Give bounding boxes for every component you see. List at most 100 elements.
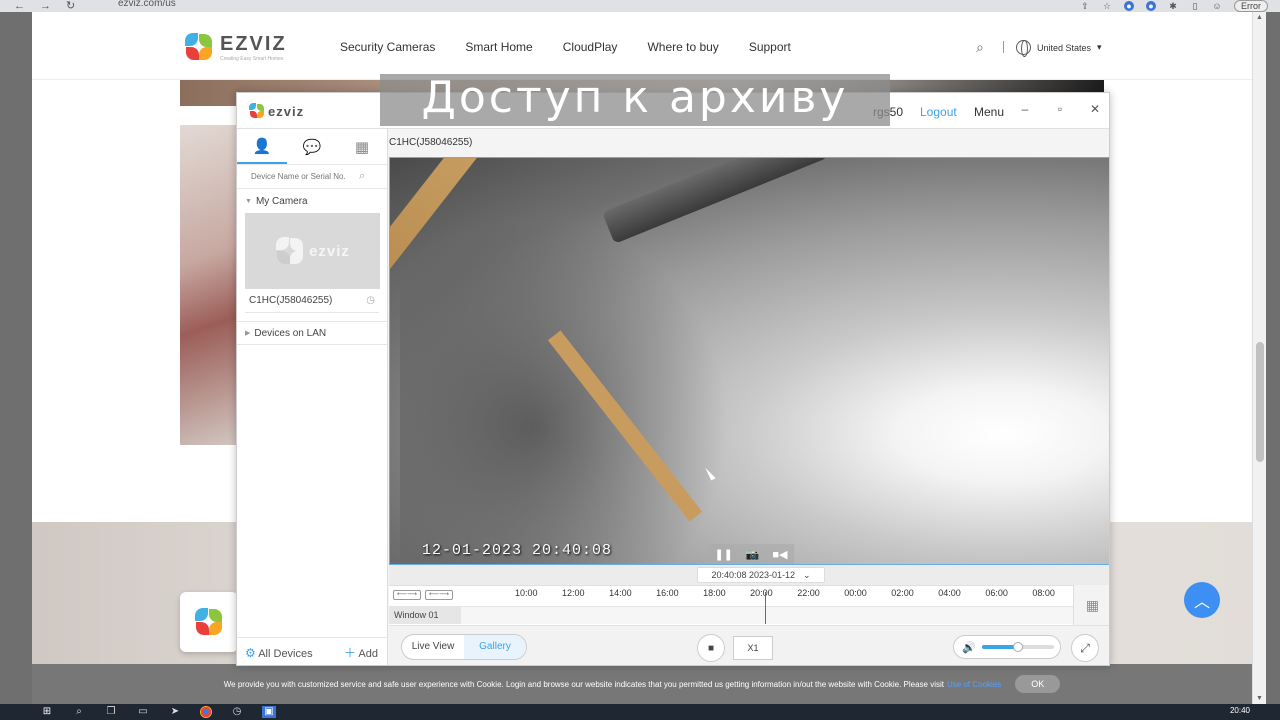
scroll-to-top-button[interactable]: ︿ (1184, 582, 1220, 618)
ezviz-studio-window: ezviz rgs50 Logout Menu – ▫ ✕ 👤 💬 ▦ ⌕ ▼ … (236, 92, 1110, 666)
video-timestamp-overlay: 12-01-2023 20:40:08 (422, 542, 613, 559)
app-promo-card[interactable] (180, 592, 238, 652)
app-logo: ezviz (249, 103, 304, 119)
add-device-button[interactable]: ＋ Add (344, 644, 378, 661)
address-bar[interactable]: ezviz.com/us (118, 0, 176, 12)
cookie-ok-button[interactable]: OK (1015, 675, 1061, 693)
nav-security-cameras[interactable]: Security Cameras (340, 40, 435, 54)
calendar-icon: ▦ (1085, 596, 1100, 613)
all-devices-button[interactable]: ⚙ All Devices (245, 646, 313, 660)
scroll-down-arrow-icon[interactable]: ▼ (1256, 695, 1263, 702)
scroll-up-arrow-icon[interactable]: ▲ (1256, 14, 1263, 21)
volume-slider[interactable] (981, 642, 1054, 652)
region-selector[interactable]: United States ▾ (1016, 40, 1102, 57)
search-icon[interactable]: ⌕ (359, 170, 365, 183)
gallery-button[interactable]: Gallery (464, 635, 526, 659)
ezviz-logo-icon (249, 103, 265, 119)
extension-icon[interactable]: ● (1146, 1, 1156, 11)
timeline-current-time: 20:40:08 2023-01-12 (711, 570, 796, 580)
ezviz-app-icon[interactable]: ▣ (262, 706, 276, 718)
site-logo[interactable]: EZVIZ Creating Easy Smart Homes (184, 32, 287, 62)
record-icon[interactable]: ■◀ (772, 548, 787, 561)
nav-smart-home[interactable]: Smart Home (465, 40, 532, 54)
nav-where-to-buy[interactable]: Where to buy (647, 40, 718, 54)
reload-icon[interactable]: ↻ (66, 1, 78, 12)
tab-devices[interactable]: 👤 (237, 129, 287, 164)
device-search: ⌕ (237, 165, 387, 189)
browser-extensions: ⇪ ☆ ● ● ✱ ▯ ☺ Error (1080, 0, 1280, 12)
tab-grid[interactable]: ▦ (337, 129, 387, 164)
group-devices-on-lan[interactable]: ▶ Devices on LAN (237, 321, 387, 345)
calendar-button[interactable]: ▦ (1073, 585, 1109, 625)
view-mode-switch: Live View Gallery (401, 634, 527, 660)
playback-controls: Live View Gallery ■ Х1 🔊 ⤢ (389, 625, 1109, 665)
menu-button[interactable]: Menu (974, 105, 1004, 119)
video-overlay-controls: ❚❚ 📷 ■◀ (708, 544, 794, 564)
extension-icon[interactable]: ● (1124, 1, 1134, 11)
timeline-tick: 00:00 (844, 588, 867, 598)
ezviz-watermark-icon (275, 236, 305, 266)
tab-messages[interactable]: 💬 (287, 129, 337, 164)
playback-video[interactable]: 12-01-2023 20:40:08 ❚❚ 📷 ■◀ (389, 157, 1109, 565)
stop-button[interactable]: ■ (697, 634, 725, 662)
minimize-icon[interactable]: – (1017, 102, 1033, 116)
group-lan-label: Devices on LAN (254, 327, 327, 339)
timeline-playhead[interactable] (765, 592, 766, 624)
timeline-zoom: ⟵⟶ ⟵⟶ (393, 590, 453, 600)
recording-track[interactable] (461, 606, 1073, 624)
zoom-out-icon[interactable]: ⟵⟶ (393, 590, 421, 600)
puzzle-icon[interactable]: ✱ (1168, 1, 1178, 11)
speaker-icon[interactable]: 🔊 (962, 641, 976, 654)
maximize-icon[interactable]: ▫ (1052, 102, 1068, 116)
device-search-input[interactable] (237, 172, 359, 181)
site-header: EZVIZ Creating Easy Smart Homes Security… (32, 12, 1252, 80)
camera-name: C1HC(J58046255) (249, 295, 333, 306)
logout-link[interactable]: Logout (920, 105, 957, 119)
cookie-policy-link[interactable]: Use of Cookies (947, 680, 1001, 689)
nav-cloudplay[interactable]: CloudPlay (563, 40, 618, 54)
file-explorer-icon[interactable]: ▭ (136, 706, 150, 718)
timeline-date-picker[interactable]: 20:40:08 2023-01-12 ⌄ (697, 567, 825, 583)
page-scrollbar[interactable]: ▲ ▼ (1252, 12, 1266, 704)
profile-icon[interactable]: ☺ (1212, 1, 1222, 11)
pause-icon[interactable]: ❚❚ (714, 548, 732, 561)
close-icon[interactable]: ✕ (1087, 102, 1103, 116)
timeline-tick: 12:00 (562, 588, 585, 598)
camera-snapshot-icon[interactable]: 📷 (746, 548, 760, 561)
live-view-button[interactable]: Live View (402, 635, 464, 659)
playback-clock-icon[interactable]: ◷ (366, 295, 375, 306)
share-icon[interactable]: ⇪ (1080, 1, 1090, 11)
volume-knob[interactable] (1012, 642, 1023, 652)
search-icon[interactable]: ⌕ (976, 40, 992, 56)
site-nav: Security Cameras Smart Home CloudPlay Wh… (340, 40, 791, 54)
gear-icon: ⚙ (245, 645, 256, 660)
timeline-tick: 18:00 (703, 588, 726, 598)
nav-support[interactable]: Support (749, 40, 791, 54)
site-logo-tagline: Creating Easy Smart Homes (220, 55, 284, 62)
star-icon[interactable]: ☆ (1102, 1, 1112, 11)
telegram-icon[interactable]: ➤ (168, 706, 182, 718)
grid-icon: ▦ (354, 138, 370, 156)
camera-list-item[interactable]: C1HC(J58046255) ◷ (245, 289, 379, 313)
forward-icon[interactable]: → (40, 1, 52, 12)
caret-down-icon: ▼ (245, 197, 252, 205)
clock-app-icon[interactable]: ◷ (230, 706, 244, 718)
task-view-icon[interactable]: ❐ (104, 706, 118, 718)
search-icon[interactable]: ⌕ (72, 706, 86, 718)
thumbnail-watermark: ezviz (309, 242, 350, 260)
windows-start-icon[interactable]: ⊞ (40, 706, 54, 718)
browser-error-badge[interactable]: Error (1234, 0, 1268, 12)
fullscreen-button[interactable]: ⤢ (1071, 634, 1099, 662)
sidepanel-icon[interactable]: ▯ (1190, 1, 1200, 11)
back-icon[interactable]: ← (14, 1, 26, 12)
timeline-tick: 06:00 (985, 588, 1008, 598)
user-icon: 👤 (252, 137, 272, 155)
group-my-camera[interactable]: ▼ My Camera (237, 189, 387, 213)
timeline-tick: 04:00 (938, 588, 961, 598)
playback-speed-button[interactable]: Х1 (733, 636, 773, 660)
camera-thumbnail[interactable]: ezviz (245, 213, 380, 289)
chrome-icon[interactable] (200, 706, 212, 718)
scrollbar-thumb[interactable] (1256, 342, 1264, 462)
zoom-in-icon[interactable]: ⟵⟶ (425, 590, 453, 600)
timeline[interactable]: ⟵⟶ ⟵⟶ 10:00 12:00 14:00 16:00 18:00 20:00 22:0… (389, 585, 1073, 625)
